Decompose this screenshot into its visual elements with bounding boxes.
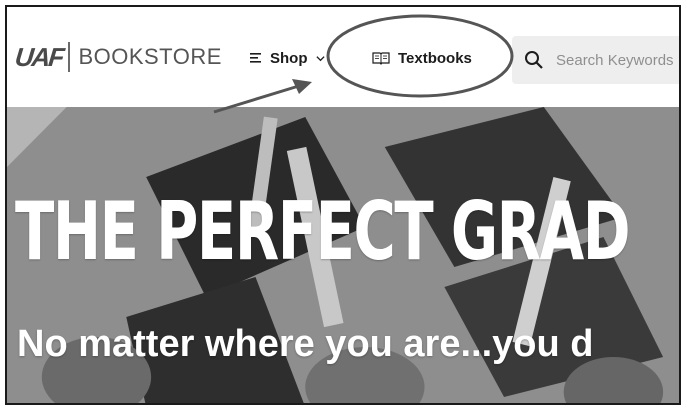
site-logo[interactable]: UAF BOOKSTORE bbox=[13, 37, 222, 77]
nav-shop-label: Shop bbox=[270, 49, 308, 67]
open-book-icon bbox=[372, 52, 390, 65]
search-icon[interactable] bbox=[524, 50, 544, 70]
search-box[interactable] bbox=[512, 36, 679, 84]
nav-shop[interactable]: Shop bbox=[250, 45, 325, 71]
hero-subtitle: No matter where you are...you d bbox=[17, 323, 594, 365]
menu-lines-icon bbox=[250, 53, 261, 63]
browser-viewport: UAF BOOKSTORE Shop Textbooks Search Keyw… bbox=[5, 5, 681, 405]
hero-banner: THE PERFECT GRAD No matter where you are… bbox=[7, 107, 679, 403]
nav-textbooks[interactable]: Textbooks bbox=[372, 45, 472, 71]
logo-text: BOOKSTORE bbox=[78, 44, 222, 69]
search-input[interactable] bbox=[554, 50, 679, 70]
chevron-down-icon bbox=[315, 55, 325, 61]
logo-divider bbox=[68, 42, 71, 72]
logo-mark: UAF bbox=[13, 41, 65, 72]
site-header: UAF BOOKSTORE Shop Textbooks Search Keyw… bbox=[7, 7, 679, 107]
hero-title: THE PERFECT GRAD bbox=[15, 185, 631, 278]
nav-textbooks-label: Textbooks bbox=[398, 49, 472, 67]
